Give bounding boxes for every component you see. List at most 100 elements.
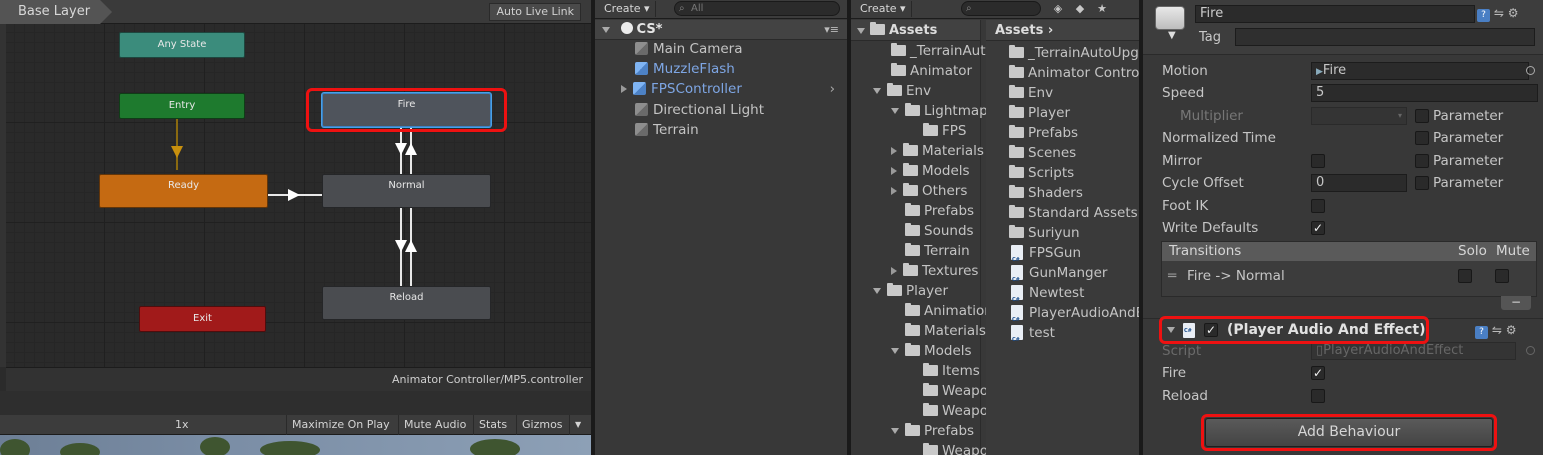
state-name-field[interactable]: Fire [1195,5,1475,23]
asset-folder[interactable]: Shaders [1009,183,1083,203]
game-view-render[interactable] [0,435,591,455]
mirror-checkbox[interactable] [1311,154,1325,168]
mute-audio-toggle[interactable]: Mute Audio [398,415,471,435]
tree-folder[interactable]: Materials [891,141,984,161]
asset-folder[interactable]: Prefabs [1009,123,1078,143]
assets-root-row[interactable]: Assets [851,20,980,41]
tag-field[interactable] [1235,28,1535,46]
asset-folder[interactable]: Scenes [1009,143,1076,163]
scene-expand-icon[interactable] [602,26,610,33]
speed-field[interactable]: 5 [1311,84,1538,102]
transition-solo-checkbox[interactable] [1458,269,1472,283]
favorites-star-icon[interactable]: ★ [1095,2,1109,16]
filter-by-label-icon[interactable]: ◆ [1073,2,1087,16]
cycle-offset-parameter-checkbox[interactable] [1415,176,1429,190]
hierarchy-item-fpscontroller[interactable]: FPSController › [621,79,843,99]
state-entry[interactable]: Entry [119,93,245,119]
scene-header[interactable]: CS* ▾≡ [595,20,847,40]
asset-script[interactable]: FPSGun [1011,243,1081,270]
asset-folder[interactable]: _TerrainAutoUpgrade [1009,43,1139,63]
expand-arrow-icon[interactable] [873,288,881,294]
maximize-on-play-toggle[interactable]: Maximize On Play [286,415,395,435]
object-picker-icon[interactable] [1526,66,1535,75]
cycle-offset-field[interactable]: 0 [1311,174,1407,192]
project-search-input[interactable] [961,1,1041,16]
tree-folder[interactable]: Items [923,361,980,381]
asset-folder[interactable]: Player [1009,103,1070,123]
chevron-right-icon[interactable]: › [830,79,835,99]
motion-field[interactable]: ▶Fire [1311,62,1529,80]
hierarchy-search-input[interactable]: All [674,1,840,16]
asset-folder[interactable]: Env [1009,83,1053,103]
asset-script[interactable]: GunManger [1011,263,1107,290]
foot-ik-checkbox[interactable] [1311,199,1325,213]
transition-mute-checkbox[interactable] [1495,269,1509,283]
breadcrumb-assets[interactable]: Assets [995,23,1043,38]
state-any-state[interactable]: Any State [119,32,245,58]
normalized-time-parameter-checkbox[interactable] [1415,131,1429,145]
tree-folder[interactable]: Env [873,81,931,101]
gear-icon[interactable]: ⚙ [1506,323,1517,337]
expand-arrow-icon[interactable] [891,147,897,155]
fire-checkbox[interactable]: ✓ [1311,366,1325,380]
asset-script[interactable]: Newtest [1011,283,1084,310]
asset-folder[interactable]: Suriyun [1009,223,1080,243]
tree-folder[interactable]: Prefabs [891,421,974,441]
state-reload[interactable]: Reload [322,286,491,320]
tree-folder[interactable]: Lightmaps [891,101,995,121]
stats-toggle[interactable]: Stats [473,415,512,435]
scene-menu-icon[interactable]: ▾≡ [824,20,839,40]
tree-folder[interactable]: Sounds [905,221,974,241]
hierarchy-item-directional-light[interactable]: Directional Light [635,100,764,120]
tree-folder[interactable]: Animator [891,61,972,81]
expand-arrow-icon[interactable] [891,108,899,114]
asset-folder[interactable]: Standard Assets [1009,203,1138,223]
tree-folder[interactable]: Terrain [905,241,970,261]
project-create-button[interactable]: Create ▾ [855,1,912,17]
asset-script[interactable]: test [1011,323,1055,350]
asset-folder[interactable]: Animator Controllers [1009,63,1139,83]
tree-folder[interactable]: Others [891,181,967,201]
multiplier-parameter-checkbox[interactable] [1415,109,1429,123]
filter-by-type-icon[interactable]: ◈ [1051,2,1065,16]
tree-folder[interactable]: Models [891,341,972,361]
gizmos-dropdown[interactable]: Gizmos [516,415,568,435]
expand-arrow-icon[interactable] [891,167,897,175]
tree-folder[interactable]: FPS [923,121,966,141]
preset-icon[interactable]: ⇋ [1492,323,1502,337]
preset-icon[interactable]: ⇋ [1494,6,1504,20]
hierarchy-item-terrain[interactable]: Terrain [635,120,699,140]
expand-arrow-icon[interactable] [891,187,897,195]
gear-icon[interactable]: ⚙ [1508,6,1519,20]
expand-arrow-icon[interactable] [621,85,627,93]
reload-checkbox[interactable] [1311,389,1325,403]
drag-handle-icon[interactable]: ═ [1168,265,1176,287]
state-normal[interactable]: Normal [322,174,491,208]
tree-folder[interactable]: Player [873,281,948,301]
write-defaults-checkbox[interactable]: ✓ [1311,221,1325,235]
help-icon[interactable]: ? [1477,9,1490,22]
mirror-parameter-checkbox[interactable] [1415,154,1429,168]
tree-folder[interactable]: Textures [891,261,978,281]
hierarchy-item-main-camera[interactable]: Main Camera [635,39,743,59]
reload-label: Reload [1162,388,1208,404]
tree-folder[interactable]: Prefabs [905,201,974,221]
asset-folder[interactable]: Scripts [1009,163,1074,183]
expand-arrow-icon[interactable] [891,428,899,434]
asset-script[interactable]: PlayerAudioAndEffect [1011,303,1139,330]
remove-transition-button[interactable]: − [1501,296,1531,310]
gizmos-chevron-icon[interactable]: ▼ [569,415,586,435]
hierarchy-item-muzzleflash[interactable]: MuzzleFlash [635,59,735,79]
help-icon[interactable]: ? [1475,326,1488,339]
state-ready[interactable]: Ready [99,174,268,208]
asset-label: PlayerAudioAndEffect [1029,305,1139,321]
expand-arrow-icon[interactable] [891,267,897,275]
expand-arrow-icon[interactable] [873,88,881,94]
tree-folder[interactable]: Models [891,161,970,181]
expand-arrow-icon[interactable] [891,348,899,354]
tree-folder[interactable]: Materials [905,321,986,341]
state-exit[interactable]: Exit [139,306,266,332]
hierarchy-create-button[interactable]: Create ▾ [599,1,656,17]
transition-row[interactable]: ═ Fire -> Normal [1162,265,1536,287]
expand-arrow-icon[interactable] [857,27,865,34]
